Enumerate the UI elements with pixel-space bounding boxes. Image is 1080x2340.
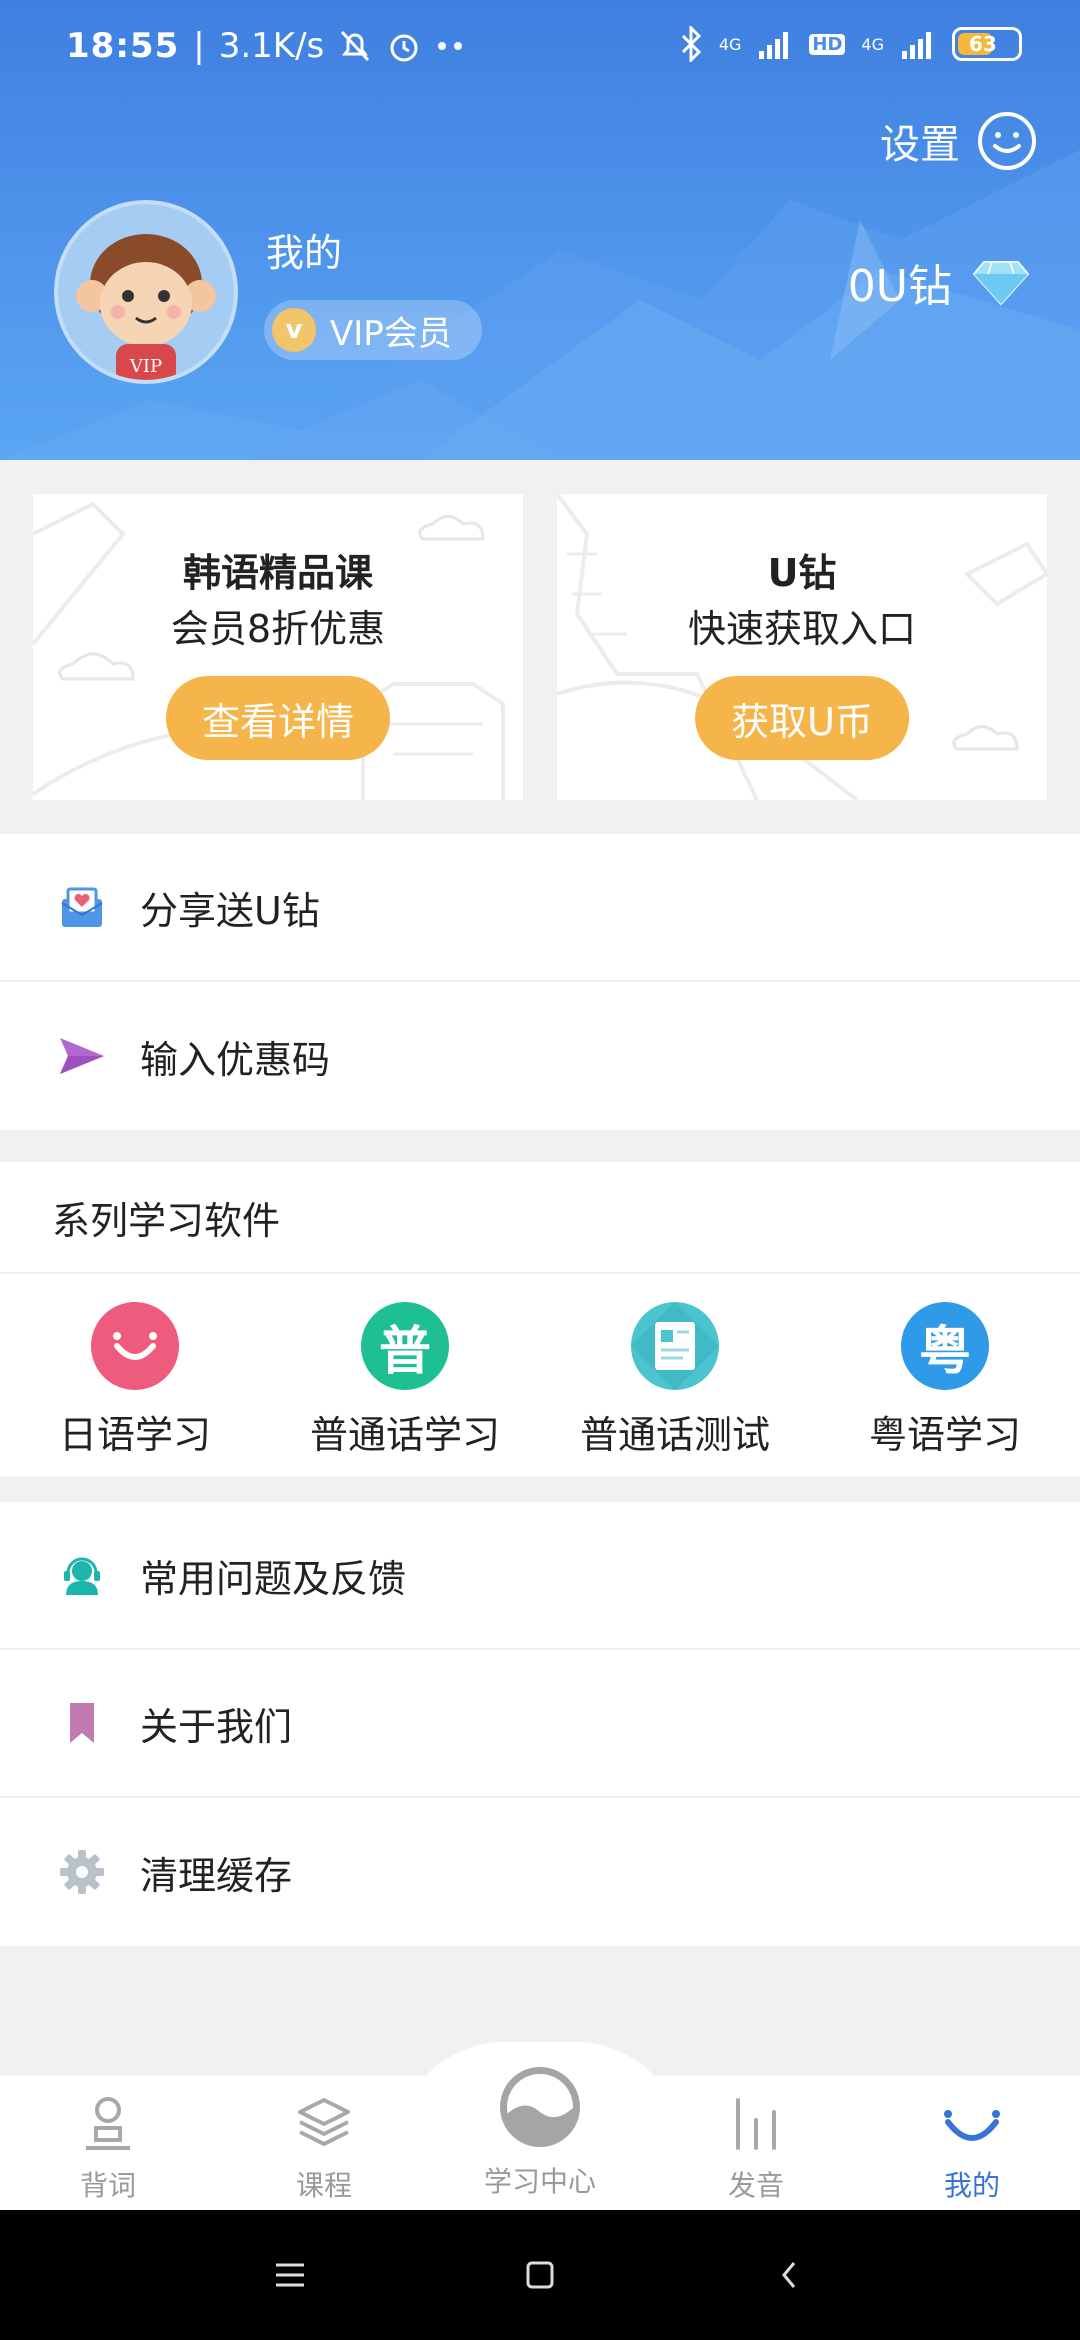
status-separator: |: [193, 26, 205, 66]
menu-item-about[interactable]: 关于我们: [0, 1650, 1080, 1798]
menu-item-clear-cache[interactable]: 清理缓存: [0, 1798, 1080, 1946]
tab-label: 课程: [295, 2169, 352, 2202]
view-details-button[interactable]: 查看详情: [165, 676, 391, 760]
tab-label: 背词: [79, 2169, 136, 2202]
app-japanese[interactable]: 日语学习: [0, 1274, 270, 1476]
vip-badge[interactable]: v VIP会员: [264, 300, 482, 360]
bars-icon: [736, 2098, 776, 2150]
user-name: 我的: [266, 231, 343, 275]
diamond-balance[interactable]: 0U钻: [848, 250, 1030, 314]
silent-bell-icon: [341, 30, 370, 62]
status-time: 18:55: [66, 26, 180, 66]
tab-label: 发音: [727, 2169, 784, 2202]
diamond-icon: [972, 261, 1030, 306]
more-dots-icon: [438, 42, 463, 50]
app-mandarin[interactable]: 普 普通话学习: [270, 1274, 540, 1476]
tab-mine[interactable]: 我的: [864, 2076, 1080, 2210]
vip-coin-icon: v: [272, 308, 316, 352]
vip-label: VIP会员: [330, 313, 452, 354]
menu-item-coupon[interactable]: 输入优惠码: [0, 982, 1080, 1130]
pu-icon: 普: [361, 1302, 449, 1390]
menu-item-label: 关于我们: [140, 1704, 293, 1749]
word-icon: [86, 2097, 130, 2150]
test-paper-icon: [631, 1302, 719, 1390]
signal-label-1: 4G: [718, 34, 742, 54]
apps-section-title: 系列学习软件: [0, 1162, 1080, 1274]
support-icon: [64, 1557, 100, 1595]
signal-icon-2: [902, 32, 931, 59]
tab-words[interactable]: 背词: [0, 2076, 216, 2210]
home-icon[interactable]: [520, 2255, 560, 2295]
back-icon[interactable]: [770, 2255, 810, 2295]
hd-badge: HD: [809, 33, 846, 55]
menu-item-label: 清理缓存: [140, 1853, 293, 1898]
avatar-monkey-icon: VIP: [76, 232, 216, 380]
send-icon: [60, 1038, 104, 1074]
yue-icon: 粤: [901, 1302, 989, 1390]
promo-subtitle: 会员8折优惠: [170, 607, 386, 651]
bottom-tab-bar: 背词 课程 学习中心 发音 我的: [0, 2067, 1080, 2210]
smile-icon: [91, 1302, 179, 1390]
promo-title: U钻: [767, 551, 837, 595]
profile-header: 18:55 | 3.1K/s 4G HD 4G 63 设置 VIP 我的 v V…: [0, 0, 1080, 460]
gift-mail-icon: [61, 887, 103, 927]
menu-item-share[interactable]: 分享送U钻: [0, 834, 1080, 982]
app-cantonese[interactable]: 粤 粤语学习: [810, 1274, 1080, 1476]
promo-card-u-diamond[interactable]: U钻 快速获取入口 获取U币: [557, 494, 1047, 800]
smile-icon: [944, 2110, 1000, 2141]
battery-indicator: 63: [952, 27, 1022, 61]
menu-icon[interactable]: [270, 2255, 310, 2295]
smile-icon: [978, 112, 1036, 170]
menu-item-label: 常用问题及反馈: [140, 1556, 407, 1601]
app-label: 粤语学习: [868, 1413, 1021, 1457]
promo-title: 韩语精品课: [182, 551, 373, 595]
signal-icon-1: [759, 32, 789, 59]
tab-label: 学习中心: [483, 2165, 596, 2198]
gear-icon: [60, 1850, 104, 1894]
menu-item-label: 输入优惠码: [140, 1037, 331, 1082]
menu-item-label: 分享送U钻: [140, 888, 320, 933]
app-mandarin-test[interactable]: 普通话测试: [540, 1274, 810, 1476]
app-label: 普通话测试: [579, 1413, 770, 1457]
menu-section-top: 分享送U钻 输入优惠码: [0, 834, 1080, 1130]
network-speed: 3.1K/s: [218, 26, 325, 66]
bookmark-icon: [70, 1703, 94, 1743]
signal-label-2: 4G: [861, 34, 884, 54]
promo-subtitle: 快速获取入口: [687, 607, 916, 651]
menu-section-bottom: 常用问题及反馈 关于我们 清理缓存: [0, 1502, 1080, 1946]
app-label: 日语学习: [58, 1413, 211, 1457]
menu-item-faq[interactable]: 常用问题及反馈: [0, 1502, 1080, 1650]
apps-section: 系列学习软件 日语学习 普 普通话学习 普通话测试 粤 粤语学习: [0, 1162, 1080, 1476]
tab-label: 我的: [943, 2169, 1000, 2202]
diamond-count-label: 0U钻: [847, 261, 952, 312]
tab-courses[interactable]: 课程: [216, 2076, 432, 2210]
settings-button[interactable]: 设置: [880, 110, 1038, 172]
status-bar: 18:55 | 3.1K/s 4G HD 4G 63: [0, 0, 1080, 96]
avatar-vip-text: VIP: [129, 356, 162, 377]
app-label: 普通话学习: [309, 1413, 500, 1457]
avatar[interactable]: VIP: [54, 200, 238, 384]
promo-card-korean-course[interactable]: 韩语精品课 会员8折优惠 查看详情: [33, 494, 523, 800]
study-center-icon: [500, 2067, 580, 2147]
bluetooth-icon: [681, 26, 701, 62]
layers-icon: [298, 2098, 350, 2146]
battery-level: 63: [969, 32, 997, 56]
system-nav-bar: [0, 2210, 1080, 2340]
alarm-icon: [390, 34, 418, 62]
tab-pronunciation[interactable]: 发音: [648, 2076, 864, 2210]
tab-study-center[interactable]: 学习中心: [432, 2067, 648, 2210]
get-u-coin-button[interactable]: 获取U币: [695, 676, 909, 760]
settings-label: 设置: [880, 122, 960, 168]
